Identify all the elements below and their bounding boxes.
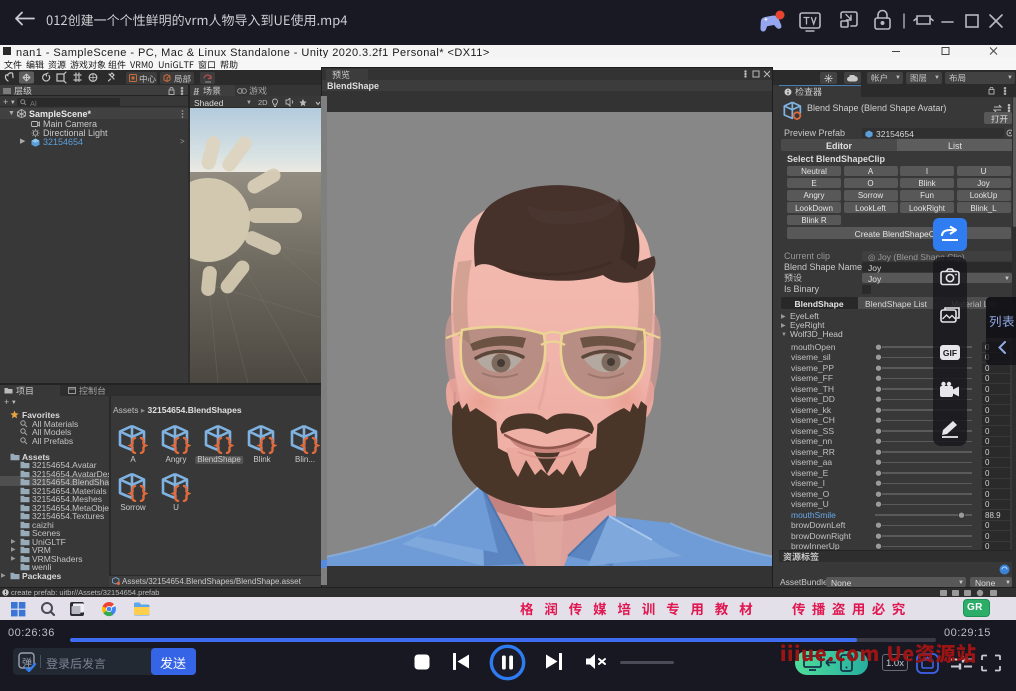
svg-text:GIF: GIF <box>943 348 957 358</box>
